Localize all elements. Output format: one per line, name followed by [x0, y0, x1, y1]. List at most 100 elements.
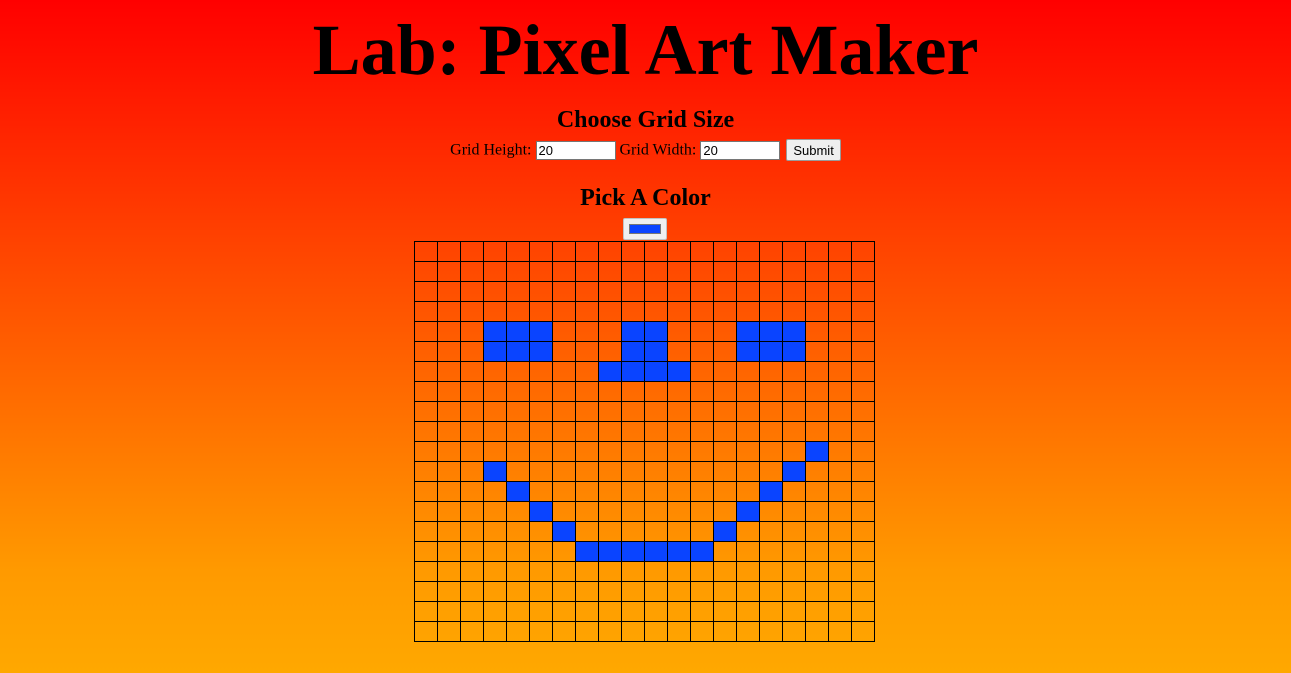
grid-cell[interactable]: [621, 241, 645, 262]
grid-cell[interactable]: [506, 541, 530, 562]
grid-cell[interactable]: [667, 341, 691, 362]
grid-cell[interactable]: [460, 581, 484, 602]
grid-cell[interactable]: [437, 461, 461, 482]
grid-cell[interactable]: [575, 321, 599, 342]
grid-cell[interactable]: [759, 361, 783, 382]
grid-cell[interactable]: [529, 321, 553, 342]
grid-cell[interactable]: [805, 361, 829, 382]
grid-cell[interactable]: [437, 621, 461, 642]
grid-cell[interactable]: [644, 361, 668, 382]
grid-cell[interactable]: [782, 461, 806, 482]
grid-cell[interactable]: [736, 341, 760, 362]
grid-cell[interactable]: [736, 301, 760, 322]
grid-cell[interactable]: [759, 241, 783, 262]
grid-cell[interactable]: [782, 241, 806, 262]
grid-cell[interactable]: [460, 441, 484, 462]
grid-cell[interactable]: [621, 261, 645, 282]
grid-cell[interactable]: [736, 521, 760, 542]
grid-cell[interactable]: [529, 281, 553, 302]
grid-cell[interactable]: [736, 421, 760, 442]
grid-cell[interactable]: [552, 601, 576, 622]
grid-cell[interactable]: [483, 621, 507, 642]
grid-cell[interactable]: [437, 321, 461, 342]
grid-cell[interactable]: [736, 461, 760, 482]
grid-cell[interactable]: [483, 341, 507, 362]
grid-cell[interactable]: [644, 401, 668, 422]
grid-cell[interactable]: [552, 361, 576, 382]
grid-cell[interactable]: [437, 341, 461, 362]
grid-cell[interactable]: [414, 281, 438, 302]
grid-cell[interactable]: [529, 501, 553, 522]
grid-cell[interactable]: [575, 281, 599, 302]
grid-cell[interactable]: [483, 421, 507, 442]
grid-cell[interactable]: [414, 561, 438, 582]
grid-cell[interactable]: [736, 581, 760, 602]
grid-cell[interactable]: [805, 461, 829, 482]
grid-cell[interactable]: [552, 421, 576, 442]
grid-cell[interactable]: [575, 361, 599, 382]
grid-cell[interactable]: [782, 381, 806, 402]
grid-cell[interactable]: [851, 461, 875, 482]
grid-cell[interactable]: [759, 561, 783, 582]
grid-cell[interactable]: [805, 321, 829, 342]
grid-cell[interactable]: [805, 561, 829, 582]
grid-cell[interactable]: [598, 361, 622, 382]
grid-cell[interactable]: [598, 321, 622, 342]
grid-cell[interactable]: [529, 421, 553, 442]
grid-cell[interactable]: [552, 401, 576, 422]
grid-cell[interactable]: [437, 241, 461, 262]
grid-cell[interactable]: [713, 281, 737, 302]
grid-cell[interactable]: [690, 621, 714, 642]
grid-cell[interactable]: [828, 421, 852, 442]
grid-cell[interactable]: [414, 461, 438, 482]
grid-cell[interactable]: [851, 361, 875, 382]
grid-cell[interactable]: [644, 521, 668, 542]
grid-cell[interactable]: [713, 261, 737, 282]
grid-cell[interactable]: [575, 381, 599, 402]
grid-cell[interactable]: [437, 501, 461, 522]
grid-cell[interactable]: [483, 381, 507, 402]
grid-cell[interactable]: [529, 541, 553, 562]
grid-cell[interactable]: [460, 281, 484, 302]
grid-cell[interactable]: [805, 241, 829, 262]
grid-cell[interactable]: [690, 361, 714, 382]
grid-cell[interactable]: [713, 461, 737, 482]
grid-cell[interactable]: [483, 461, 507, 482]
grid-cell[interactable]: [690, 341, 714, 362]
grid-cell[interactable]: [529, 601, 553, 622]
grid-cell[interactable]: [460, 401, 484, 422]
grid-cell[interactable]: [506, 561, 530, 582]
grid-cell[interactable]: [667, 361, 691, 382]
grid-cell[interactable]: [598, 561, 622, 582]
grid-cell[interactable]: [805, 301, 829, 322]
grid-cell[interactable]: [805, 581, 829, 602]
grid-cell[interactable]: [506, 321, 530, 342]
grid-cell[interactable]: [851, 601, 875, 622]
grid-cell[interactable]: [529, 361, 553, 382]
grid-cell[interactable]: [575, 301, 599, 322]
grid-cell[interactable]: [575, 441, 599, 462]
grid-cell[interactable]: [529, 401, 553, 422]
grid-cell[interactable]: [437, 381, 461, 402]
grid-cell[interactable]: [713, 521, 737, 542]
grid-cell[interactable]: [621, 321, 645, 342]
grid-cell[interactable]: [851, 441, 875, 462]
grid-cell[interactable]: [414, 621, 438, 642]
grid-cell[interactable]: [621, 481, 645, 502]
grid-cell[interactable]: [460, 421, 484, 442]
grid-cell[interactable]: [667, 241, 691, 262]
grid-cell[interactable]: [805, 421, 829, 442]
grid-cell[interactable]: [506, 461, 530, 482]
grid-cell[interactable]: [621, 561, 645, 582]
grid-cell[interactable]: [506, 501, 530, 522]
grid-cell[interactable]: [713, 581, 737, 602]
grid-cell[interactable]: [667, 261, 691, 282]
grid-cell[interactable]: [644, 421, 668, 442]
grid-cell[interactable]: [414, 421, 438, 442]
grid-cell[interactable]: [690, 281, 714, 302]
grid-cell[interactable]: [414, 541, 438, 562]
grid-cell[interactable]: [851, 561, 875, 582]
grid-cell[interactable]: [621, 581, 645, 602]
grid-cell[interactable]: [552, 321, 576, 342]
grid-cell[interactable]: [713, 401, 737, 422]
